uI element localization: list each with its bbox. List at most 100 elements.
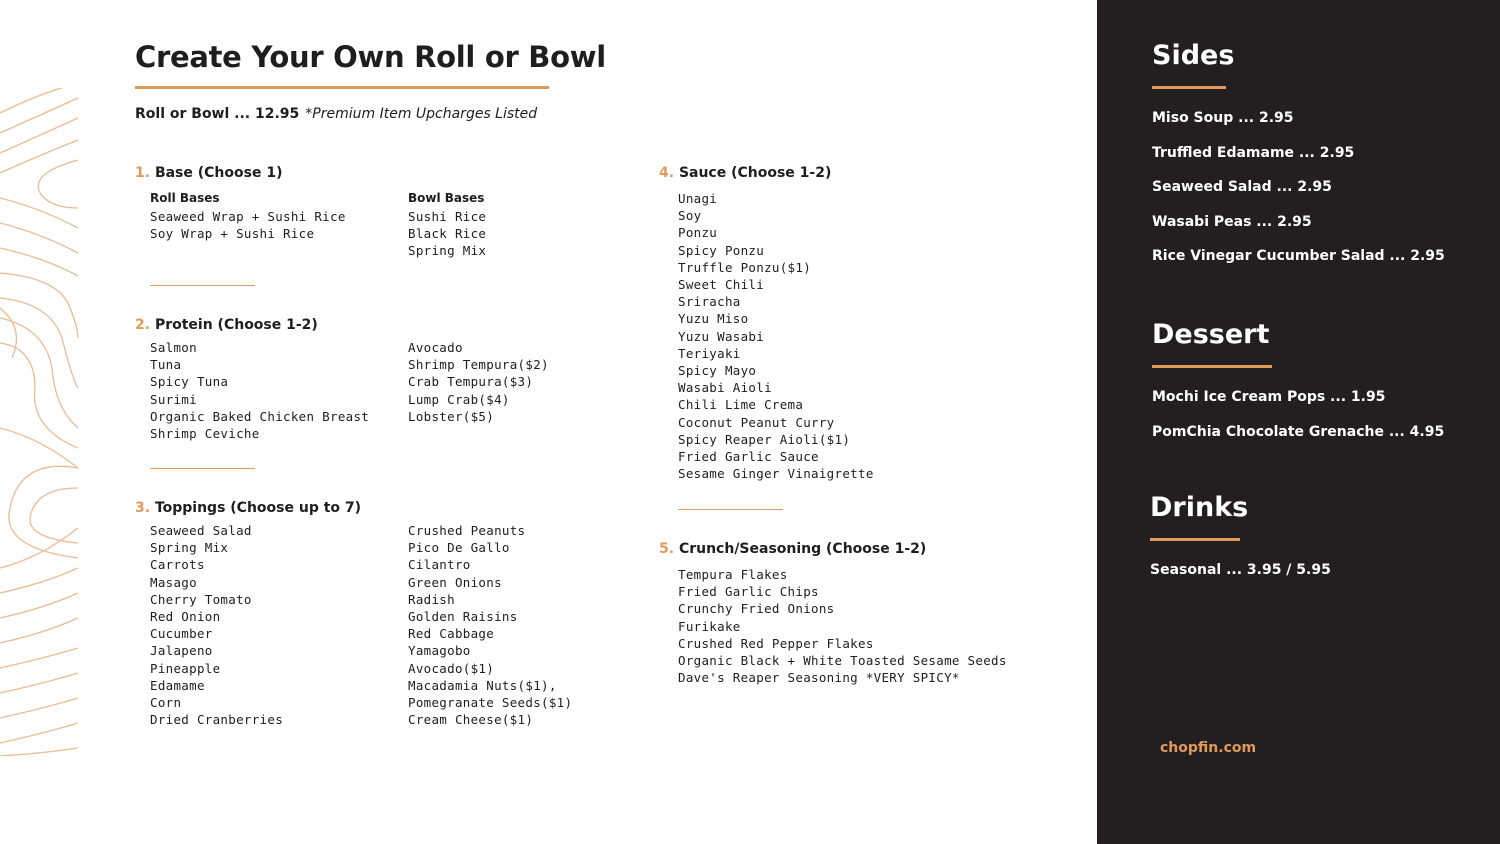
item-list: Avocado Shrimp Tempura($2) Crab Tempura($3… — [408, 339, 549, 425]
section-label: Crunch/Seasoning (Choose 1-2) — [678, 541, 927, 557]
list-item: Fried Garlic Sauce — [678, 449, 819, 465]
subtitle: Roll or Bowl ... 12.95 *Premium Item Upch… — [135, 106, 537, 122]
list-item: Red Cabbage — [408, 626, 495, 642]
list-item: Soy — [678, 208, 702, 224]
list-item: Wasabi Aioli — [678, 380, 772, 396]
list-item: Crushed Red Pepper Flakes — [678, 635, 874, 651]
list-item: Sweet Chili — [678, 277, 765, 293]
item-list: Sushi Rice Black Rice Spring Mix — [408, 208, 486, 260]
item-list: Unagi Soy Ponzu Spicy Ponzu Truffle Ponzu($1… — [678, 190, 874, 482]
list-item: Organic Black + White Toasted Sesame See… — [678, 653, 1007, 669]
section-heading: 3. Toppings (Choose up to 7) — [135, 500, 361, 516]
section-number: 2. — [135, 317, 151, 333]
list-item: Dave's Reaper Seasoning *VERY SPICY* — [678, 670, 960, 686]
list-item: Surimi — [150, 391, 197, 407]
drinks-heading: Drinks — [1150, 492, 1249, 523]
list-item: Chili Lime Crema — [678, 397, 804, 413]
list-item: Cucumber — [150, 626, 213, 642]
list-item: Pineapple — [150, 660, 221, 676]
list-item: Seaweed Wrap + Sushi Rice — [150, 209, 346, 224]
menu-item: Seasonal ... 3.95 / 5.95 — [1150, 562, 1331, 578]
menu-item: PomChia Chocolate Grenache ... 4.95 — [1152, 423, 1445, 440]
item-list: Tempura Flakes Fried Garlic Chips Crunchy … — [678, 566, 1007, 686]
list-item: Edamame — [150, 677, 205, 693]
menu-item: Rice Vinegar Cucumber Salad ... 2.95 — [1152, 248, 1445, 264]
list-item: Golden Raisins — [408, 609, 518, 625]
list-item: Crab Tempura($3) — [408, 374, 534, 390]
section-label: Sauce (Choose 1-2) — [678, 165, 832, 181]
list-item: Sesame Ginger Vinaigrette — [678, 466, 874, 482]
list-item: Spring Mix — [150, 540, 229, 556]
list-item: Red Onion — [150, 609, 221, 625]
list-item: Shrimp Tempura($2) — [408, 357, 549, 373]
page-title: Create Your Own Roll or Bowl — [135, 40, 606, 74]
list-item: Spicy Reaper Aioli($1) — [678, 431, 851, 447]
section-label: Toppings (Choose up to 7) — [154, 500, 362, 516]
list-item: Black Rice — [408, 226, 487, 242]
list-item: Seaweed Salad — [150, 523, 252, 538]
section-divider — [150, 468, 255, 469]
list-item: Pico De Gallo — [408, 540, 510, 556]
title-underline — [135, 86, 549, 89]
list-item: Unagi — [678, 191, 718, 206]
item-list: Seaweed Salad Spring Mix Carrots Masago Cher… — [150, 522, 283, 728]
list-item: Furikake — [678, 618, 741, 634]
list-item: Tempura Flakes — [678, 567, 788, 582]
list-item: Avocado — [408, 340, 463, 355]
list-item: Organic Baked Chicken Breast — [150, 408, 370, 424]
list-item: Salmon — [150, 340, 197, 355]
section-number: 5. — [659, 541, 675, 557]
list-item: Crushed Peanuts — [408, 523, 526, 538]
list-item: Spring Mix — [408, 243, 487, 259]
section-label: Protein (Choose 1-2) — [154, 317, 318, 333]
list-item: Soy Wrap + Sushi Rice — [150, 226, 315, 242]
list-item: Sriracha — [678, 294, 741, 310]
list-item: Cherry Tomato — [150, 591, 252, 607]
website-link[interactable]: chopfin.com — [1160, 740, 1256, 756]
sides-heading: Sides — [1152, 40, 1235, 71]
list-item: Cream Cheese($1) — [408, 712, 534, 728]
list-item: Carrots — [150, 557, 205, 573]
upcharge-note: *Premium Item Upcharges Listed — [305, 106, 538, 122]
section-number: 4. — [659, 165, 675, 181]
item-list: Crushed Peanuts Pico De Gallo Cilantro Gree… — [408, 522, 572, 728]
list-item: Radish — [408, 591, 455, 607]
section-heading: 1. Base (Choose 1) — [135, 165, 282, 181]
list-item: Fried Garlic Chips — [678, 584, 819, 600]
list-item: Sushi Rice — [408, 209, 487, 224]
section-heading: 4. Sauce (Choose 1-2) — [659, 165, 831, 181]
list-item: Spicy Tuna — [150, 374, 229, 390]
list-item: Yuzu Wasabi — [678, 328, 765, 344]
base-price: Roll or Bowl ... 12.95 — [135, 106, 300, 122]
contour-pattern — [0, 88, 79, 756]
list-item: Yamagobo — [408, 643, 471, 659]
dessert-underline — [1152, 365, 1272, 368]
list-item: Cilantro — [408, 557, 471, 573]
section-heading: 5. Crunch/Seasoning (Choose 1-2) — [659, 541, 926, 557]
section-heading: 2. Protein (Choose 1-2) — [135, 317, 318, 333]
list-item: Spicy Mayo — [678, 363, 757, 379]
side-panel: Sides Miso Soup ... 2.95 Truffled Edamame … — [1097, 0, 1500, 844]
list-item: Yuzu Miso — [678, 311, 749, 327]
list-item: Crunchy Fried Onions — [678, 601, 835, 617]
menu-item: Seaweed Salad ... 2.95 — [1152, 179, 1332, 195]
column-heading: Bowl Bases — [408, 191, 485, 205]
menu-item: Truffled Edamame ... 2.95 — [1152, 144, 1355, 161]
list-item: Teriyaki — [678, 345, 741, 361]
menu-item: Mochi Ice Cream Pops ... 1.95 — [1152, 389, 1386, 405]
list-item: Dried Cranberries — [150, 712, 284, 728]
list-item: Avocado($1) — [408, 660, 495, 676]
list-item: Coconut Peanut Curry — [678, 414, 835, 430]
dessert-heading: Dessert — [1152, 319, 1270, 350]
column-heading: Roll Bases — [150, 191, 220, 205]
list-item: Spicy Ponzu — [678, 242, 765, 258]
list-item: Corn — [150, 695, 182, 711]
section-divider — [678, 509, 783, 510]
menu-item: Miso Soup ... 2.95 — [1152, 110, 1294, 126]
list-item: Pomegranate Seeds($1) — [408, 695, 573, 711]
list-item: Lump Crab($4) — [408, 391, 510, 407]
list-item: Truffle Ponzu($1) — [678, 259, 812, 275]
list-item: Green Onions — [408, 574, 502, 590]
list-item: Masago — [150, 574, 197, 590]
list-item: Jalapeno — [150, 643, 213, 659]
